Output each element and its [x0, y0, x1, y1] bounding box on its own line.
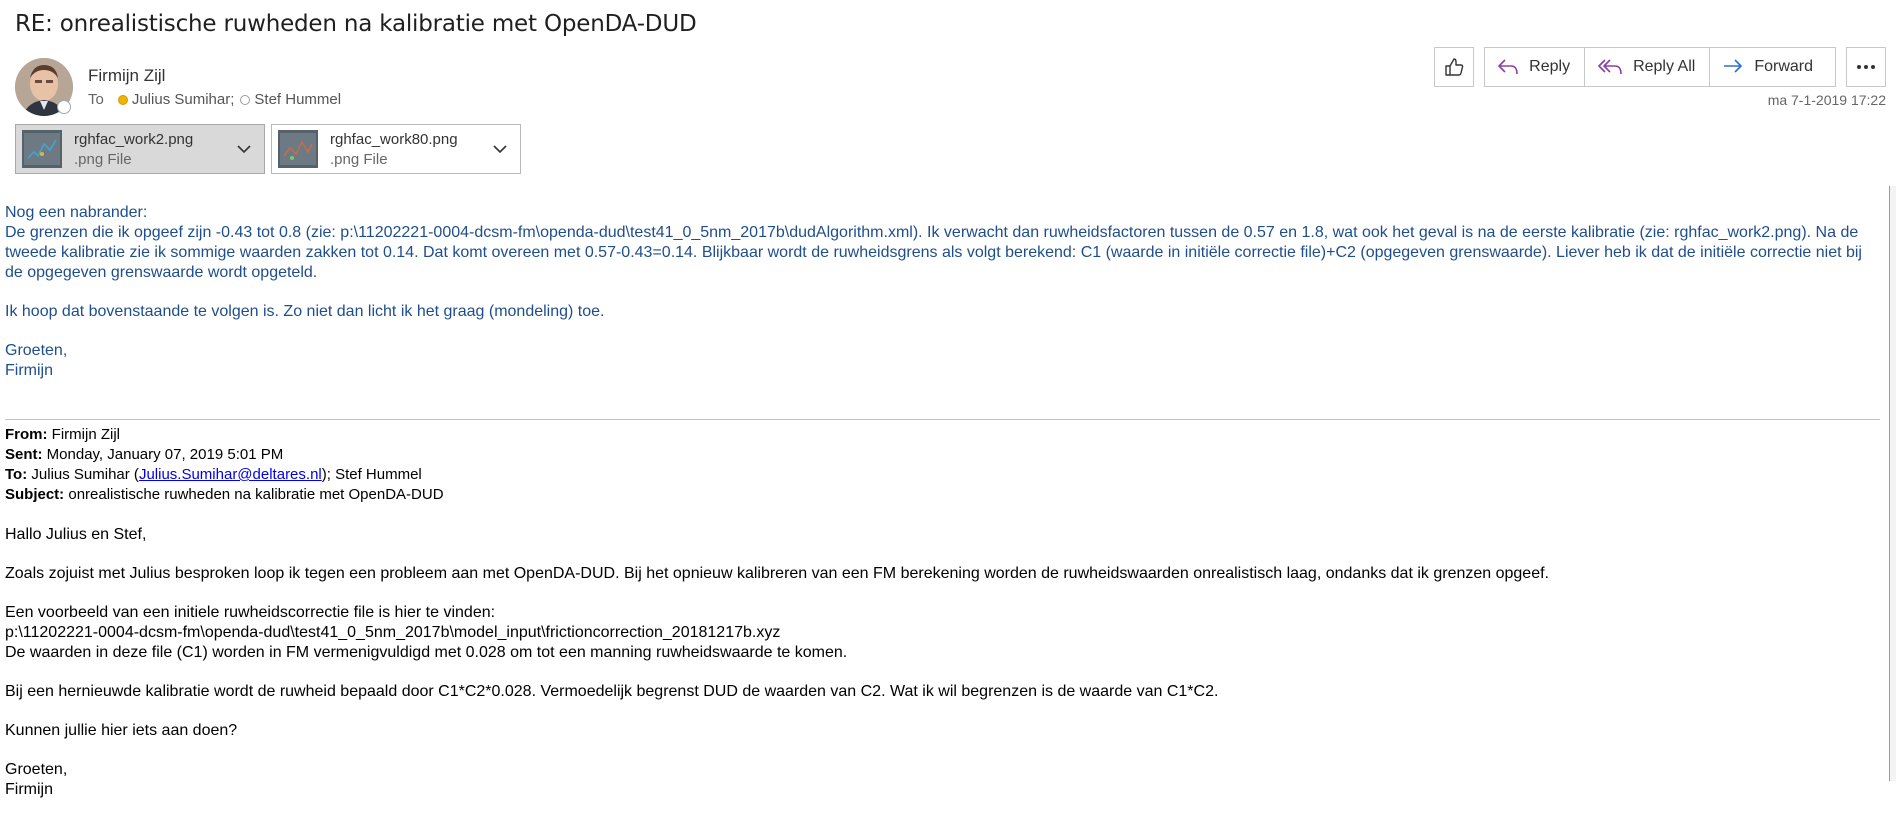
reply-label: Reply	[1529, 58, 1571, 75]
attachment-type: .png File	[74, 150, 132, 168]
reply-icon	[1498, 59, 1518, 75]
quoted-body: Hallo Julius en Stef, Zoals zojuist met …	[5, 525, 1865, 819]
reply-greeting: Groeten,	[5, 342, 68, 359]
attachment-rghfac-work80[interactable]: rghfac_work80.png .png File	[271, 124, 521, 174]
quoted-p2-line-1: Een voorbeeld van een initiele ruwheidsc…	[5, 604, 496, 621]
reply-all-label: Reply All	[1633, 58, 1696, 75]
attachment-name: rghfac_work80.png	[330, 130, 458, 148]
reply-body: Nog een nabrander: De grenzen die ik opg…	[5, 203, 1880, 400]
message-actions: Reply Reply All Forward	[1434, 47, 1886, 87]
reply-all-icon	[1598, 59, 1622, 75]
forward-icon	[1724, 59, 1743, 73]
quoted-paragraph-4: Kunnen jullie hier iets aan doen?	[5, 722, 238, 739]
attachment-rghfac-work2[interactable]: rghfac_work2.png .png File	[15, 124, 265, 174]
more-icon	[1857, 65, 1875, 69]
quoted-from: Firmijn Zijl	[51, 426, 120, 443]
chevron-down-icon[interactable]	[232, 137, 256, 161]
quoted-p2-line-3: De waarden in deze file (C1) worden in F…	[5, 644, 848, 661]
attachment-type: .png File	[330, 150, 388, 168]
quoted-to-prefix: Julius Sumihar (	[31, 466, 139, 483]
reply-all-button[interactable]: Reply All	[1584, 47, 1710, 87]
quoted-to-suffix: ); Stef Hummel	[321, 466, 422, 483]
quoted-paragraph-2: Een voorbeeld van een initiele ruwheidsc…	[5, 603, 1865, 663]
sent-label: Sent:	[5, 446, 43, 463]
quote-separator	[5, 419, 1880, 420]
quoted-salutation: Hallo Julius en Stef,	[5, 526, 147, 543]
subject-label: Subject:	[5, 486, 65, 503]
email-subject: RE: onrealistische ruwheden na kalibrati…	[15, 11, 697, 37]
from-label: From:	[5, 426, 48, 443]
quoted-paragraph-1: Zoals zojuist met Julius besproken loop …	[5, 565, 1549, 582]
image-thumbnail-icon	[278, 130, 318, 168]
quoted-paragraph-3: Bij een hernieuwde kalibratie wordt de r…	[5, 683, 1219, 700]
reply-line-2: De grenzen die ik opgeef zijn -0.43 tot …	[5, 224, 1862, 281]
forward-label: Forward	[1754, 58, 1813, 75]
recipient-julius[interactable]: Julius Sumihar;	[132, 91, 235, 108]
thumbs-up-icon	[1445, 58, 1464, 76]
email-link[interactable]: Julius.Sumihar@deltares.nl	[139, 466, 322, 483]
presence-status-icon	[57, 100, 71, 114]
chevron-down-icon[interactable]	[488, 137, 512, 161]
away-status-icon	[117, 94, 128, 105]
to-label: To	[88, 91, 104, 108]
sent-date: ma 7-1-2019 17:22	[1767, 92, 1886, 108]
sender-name[interactable]: Firmijn Zijl	[88, 66, 165, 86]
more-actions-button[interactable]	[1846, 47, 1886, 87]
reply-button[interactable]: Reply	[1484, 47, 1585, 87]
vertical-scrollbar[interactable]	[1889, 186, 1896, 781]
to-header-label: To:	[5, 466, 28, 483]
image-thumbnail-icon	[22, 130, 62, 168]
forward-button[interactable]: Forward	[1709, 47, 1836, 87]
recipients-line: To Julius Sumihar; Stef Hummel	[88, 91, 347, 108]
recipient-stef[interactable]: Stef Hummel	[254, 91, 341, 108]
quoted-sent: Monday, January 07, 2019 5:01 PM	[46, 446, 284, 463]
reply-line-1: Nog een nabrander:	[5, 204, 148, 221]
reply-button-group: Reply Reply All Forward	[1484, 47, 1836, 87]
quoted-header: From: Firmijn Zijl Sent: Monday, January…	[5, 425, 444, 505]
reply-paragraph-2: Ik hoop dat bovenstaande te volgen is. Z…	[5, 303, 605, 320]
reply-signature: Firmijn	[5, 362, 53, 379]
quoted-subject: onrealistische ruwheden na kalibratie me…	[68, 486, 444, 503]
reply-signoff: Groeten, Firmijn	[5, 341, 1880, 381]
reply-paragraph-1: Nog een nabrander: De grenzen die ik opg…	[5, 203, 1880, 283]
offline-status-icon	[240, 94, 251, 105]
quoted-signoff: Groeten, Firmijn	[5, 760, 1865, 800]
quoted-greeting: Groeten,	[5, 761, 68, 778]
attachment-name: rghfac_work2.png	[74, 130, 194, 148]
quoted-p2-line-2: p:\11202221-0004-dcsm-fm\openda-dud\test…	[5, 624, 781, 641]
quoted-signature: Firmijn	[5, 781, 53, 798]
like-button[interactable]	[1434, 47, 1475, 87]
